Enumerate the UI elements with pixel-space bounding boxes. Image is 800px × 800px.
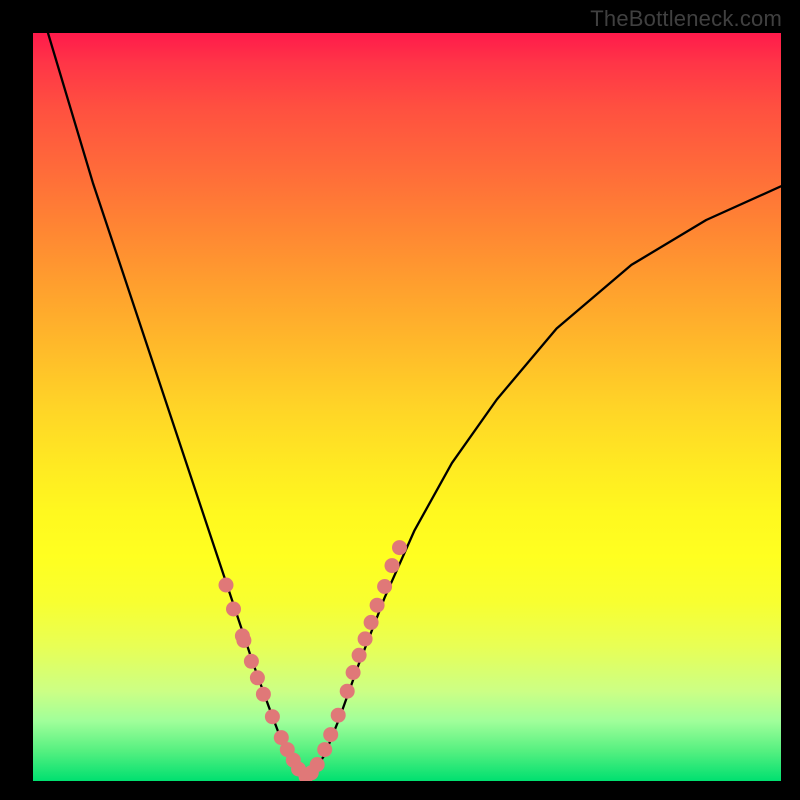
- curve-layer: [33, 33, 781, 781]
- highlight-dots: [219, 540, 408, 781]
- plot-area: [33, 33, 781, 781]
- bottleneck-curve: [48, 33, 781, 779]
- chart-frame: TheBottleneck.com: [0, 0, 800, 800]
- watermark-text: TheBottleneck.com: [590, 6, 782, 32]
